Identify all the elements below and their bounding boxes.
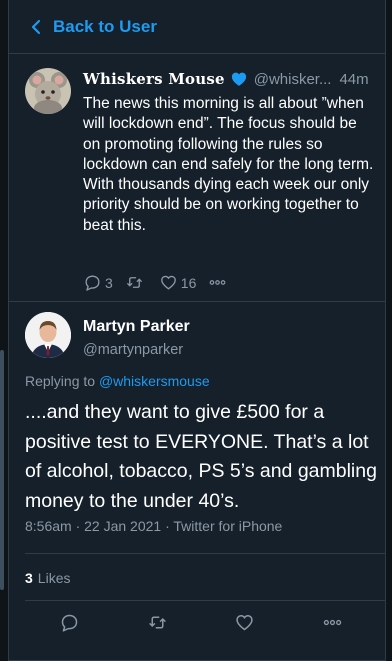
- verified-icon: [231, 72, 246, 86]
- window-right-edge: [386, 0, 392, 661]
- tweet-detail-panel: Back to User Whiskers Mouse @whisker... …: [8, 0, 386, 661]
- divider: [25, 600, 385, 601]
- handle[interactable]: @whisker...: [254, 71, 332, 88]
- back-to-user-button[interactable]: Back to User: [9, 0, 385, 54]
- display-name[interactable]: Whiskers Mouse: [83, 70, 225, 88]
- replying-to-link[interactable]: @whiskersmouse: [99, 373, 210, 389]
- reply-icon: [85, 275, 100, 291]
- quoted-tweet-header: Whiskers Mouse @whisker... 44m: [83, 70, 373, 88]
- handle[interactable]: @martynparker: [83, 342, 183, 358]
- divider: [25, 553, 385, 554]
- more-button[interactable]: [208, 273, 230, 292]
- more-icon: [323, 619, 341, 625]
- back-label[interactable]: Back to User: [53, 17, 157, 37]
- chevron-left-icon: [31, 19, 41, 34]
- like-button[interactable]: [232, 610, 256, 634]
- more-icon: [209, 280, 226, 285]
- profile-photo-image: [25, 312, 71, 358]
- quoted-tweet-actions: 3 16: [83, 273, 242, 292]
- like-button[interactable]: 16: [159, 273, 197, 292]
- like-icon: [160, 275, 176, 290]
- avatar[interactable]: [25, 68, 71, 114]
- display-name[interactable]: Martyn Parker: [83, 318, 190, 336]
- retweet-button[interactable]: [145, 610, 169, 634]
- replying-to: Replying to @whiskersmouse: [25, 373, 210, 389]
- like-icon: [235, 614, 253, 630]
- main-tweet-text: ....and they want to give £500 for a pos…: [25, 401, 377, 512]
- retweet-icon: [148, 616, 166, 628]
- retweet-icon: [126, 277, 142, 288]
- likes-summary[interactable]: 3 Likes: [25, 570, 70, 586]
- retweet-button[interactable]: [125, 273, 147, 292]
- more-button[interactable]: [320, 610, 344, 634]
- scroll-indicator[interactable]: [0, 350, 4, 590]
- reply-button[interactable]: [57, 610, 81, 634]
- quoted-tweet[interactable]: Whiskers Mouse @whisker... 44m The news …: [9, 54, 385, 302]
- quoted-tweet-text: The news this morning is all about ”when…: [83, 95, 374, 234]
- replying-to-prefix: Replying to: [25, 373, 99, 389]
- main-tweet-actions: [9, 610, 385, 634]
- likes-label: Likes: [37, 570, 71, 586]
- mouse-avatar-image: [25, 68, 71, 114]
- likes-count: 3: [25, 570, 33, 586]
- tweet-metadata[interactable]: 8:56am · 22 Jan 2021 · Twitter for iPhon…: [25, 518, 282, 534]
- like-count: 16: [180, 274, 197, 291]
- reply-count: 3: [105, 274, 113, 291]
- timestamp[interactable]: 44m: [339, 71, 368, 88]
- reply-button[interactable]: 3: [83, 273, 113, 292]
- avatar[interactable]: [25, 312, 71, 358]
- reply-icon: [61, 614, 77, 632]
